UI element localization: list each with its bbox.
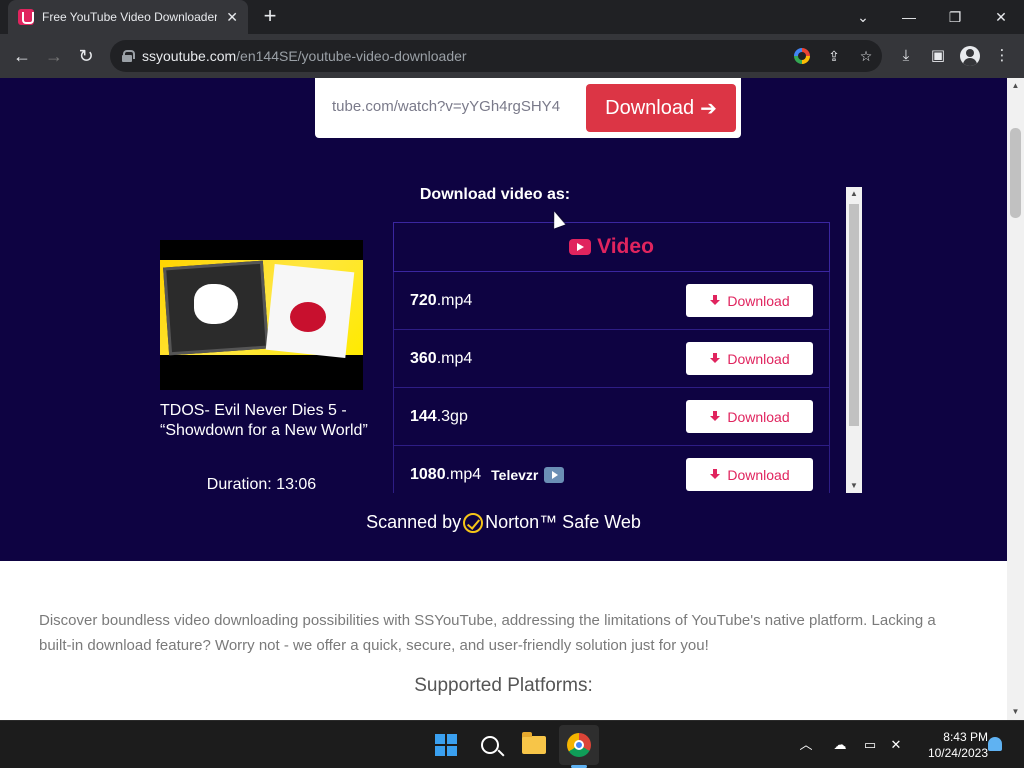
download-submit-label: Download bbox=[605, 96, 695, 119]
page-scroll-up-icon[interactable]: ▲ bbox=[1007, 78, 1024, 94]
arrow-right-icon: ➔ bbox=[700, 97, 717, 120]
address-bar[interactable]: ssyoutube.com/en144SE/youtube-video-down… bbox=[110, 40, 882, 72]
norton-badge: Scanned by Norton™ Safe Web bbox=[0, 512, 1007, 533]
intro-description: Discover boundless video downloading pos… bbox=[39, 612, 936, 654]
volume-muted-icon[interactable]: ✕ bbox=[886, 735, 906, 755]
download-icon bbox=[709, 352, 721, 365]
onedrive-cloud-icon[interactable]: ☁ bbox=[830, 735, 850, 755]
download-as-heading: Download video as: bbox=[419, 186, 571, 203]
page-viewport: tube.com/watch?v=yYGh4rgSHY4 Download ➔ … bbox=[0, 78, 1007, 720]
formats-header: Video bbox=[393, 222, 830, 272]
scroll-down-icon[interactable]: ▼ bbox=[846, 479, 862, 493]
formats-header-label: Video bbox=[597, 235, 654, 258]
format-quality: 144 bbox=[410, 407, 437, 425]
format-quality: 720 bbox=[410, 291, 437, 309]
menu-kebab-icon[interactable]: ⋮ bbox=[990, 44, 1014, 68]
search-icon[interactable] bbox=[474, 729, 506, 761]
page-scroll-down-icon[interactable]: ▼ bbox=[1007, 704, 1024, 720]
notification-bell-icon[interactable] bbox=[988, 737, 1002, 751]
televzr-label: Televzr bbox=[491, 466, 539, 483]
google-lens-icon[interactable] bbox=[792, 46, 812, 66]
chrome-taskbar-icon[interactable] bbox=[559, 725, 599, 765]
download-144-button[interactable]: Download bbox=[686, 400, 813, 433]
download-icon bbox=[709, 294, 721, 307]
url-host: ssyoutube.com bbox=[142, 48, 237, 64]
video-duration: Duration: 13:06 bbox=[206, 476, 317, 493]
format-ext: .mp4 bbox=[436, 349, 473, 367]
video-url-input[interactable]: tube.com/watch?v=yYGh4rgSHY4 bbox=[332, 98, 560, 115]
format-quality: 1080 bbox=[410, 465, 446, 483]
forward-arrow-icon[interactable]: → bbox=[42, 44, 66, 68]
browser-toolbar: ← → ↻ ssyoutube.com/en144SE/youtube-vide… bbox=[0, 34, 1024, 78]
reload-icon[interactable]: ↻ bbox=[74, 44, 98, 68]
norton-check-icon bbox=[463, 512, 484, 533]
download-label: Download bbox=[727, 466, 790, 483]
minimize-button[interactable]: — bbox=[886, 0, 932, 34]
windows-taskbar: ︿ ☁ ▭ ✕ 8:43 PM 10/24/2023 bbox=[0, 720, 1024, 768]
clock-time: 8:43 PM bbox=[943, 730, 988, 744]
page-scroll-thumb[interactable] bbox=[1010, 128, 1021, 218]
supported-platforms-heading: Supported Platforms: bbox=[414, 675, 593, 696]
restore-button[interactable]: ❐ bbox=[932, 0, 978, 34]
format-row-720: 720 .mp4 Download bbox=[393, 272, 830, 330]
start-windows-icon[interactable] bbox=[430, 729, 462, 761]
network-icon[interactable]: ▭ bbox=[860, 735, 880, 755]
close-window-button[interactable]: ✕ bbox=[978, 0, 1024, 34]
scroll-up-icon[interactable]: ▲ bbox=[846, 187, 862, 201]
downloads-icon[interactable]: ⤓ bbox=[894, 44, 918, 68]
new-tab-button[interactable]: + bbox=[258, 4, 282, 28]
norton-prefix: Scanned by bbox=[366, 512, 462, 532]
tab-search-chevron-icon[interactable]: ⌄ bbox=[840, 0, 886, 34]
tab-strip: Free YouTube Video Downloader ✕ + ⌄ — ❐ … bbox=[0, 0, 1024, 34]
video-title: TDOS- Evil Never Dies 5 - “Showdown for … bbox=[160, 402, 368, 439]
download-360-button[interactable]: Download bbox=[686, 342, 813, 375]
profile-avatar-icon[interactable] bbox=[958, 44, 982, 68]
active-tab[interactable]: Free YouTube Video Downloader ✕ bbox=[8, 0, 248, 34]
url-path: /en144SE/youtube-video-downloader bbox=[236, 48, 467, 64]
format-row-1080: 1080 .mp4 Televzr Download bbox=[393, 446, 830, 493]
video-thumbnail bbox=[160, 240, 363, 390]
system-clock[interactable]: 8:43 PM 10/24/2023 bbox=[912, 729, 988, 761]
download-1080-button[interactable]: Download bbox=[686, 458, 813, 491]
formats-scrollbar[interactable]: ▲ ▼ bbox=[846, 187, 862, 493]
download-label: Download bbox=[727, 350, 790, 367]
televzr-play-icon bbox=[544, 466, 565, 483]
back-arrow-icon[interactable]: ← bbox=[10, 44, 34, 68]
format-row-144: 144.3gp Download bbox=[393, 388, 830, 446]
formats-scroll-thumb[interactable] bbox=[849, 204, 859, 426]
site-favicon-icon bbox=[18, 9, 34, 25]
download-icon bbox=[709, 410, 721, 423]
format-row-360: 360 .mp4 Download bbox=[393, 330, 830, 388]
download-720-button[interactable]: Download bbox=[686, 284, 813, 317]
clock-date: 10/24/2023 bbox=[927, 746, 988, 760]
norton-suffix: Norton™ Safe Web bbox=[485, 512, 641, 532]
share-icon[interactable]: ⇪ bbox=[824, 46, 844, 66]
file-explorer-icon[interactable] bbox=[518, 729, 550, 761]
download-submit-button[interactable]: Download ➔ bbox=[586, 84, 736, 132]
formats-table: Video 720 .mp4 Download 360 .mp4 Download … bbox=[393, 222, 830, 493]
side-panel-icon[interactable]: ▣ bbox=[926, 44, 950, 68]
format-ext: .mp4 bbox=[445, 465, 482, 483]
hero-section: tube.com/watch?v=yYGh4rgSHY4 Download ➔ … bbox=[0, 78, 1007, 561]
lock-icon[interactable] bbox=[122, 50, 135, 62]
tray-overflow-chevron-icon[interactable]: ︿ bbox=[796, 735, 816, 755]
url-input-container: tube.com/watch?v=yYGh4rgSHY4 Download ➔ bbox=[315, 78, 741, 138]
format-ext: .mp4 bbox=[436, 291, 473, 309]
televzr-badge[interactable]: Televzr bbox=[491, 466, 565, 483]
tab-title: Free YouTube Video Downloader bbox=[42, 10, 217, 24]
format-quality: 360 bbox=[410, 349, 437, 367]
youtube-play-icon bbox=[569, 239, 592, 255]
tab-close-icon[interactable]: ✕ bbox=[226, 9, 238, 26]
download-label: Download bbox=[727, 408, 790, 425]
download-label: Download bbox=[727, 292, 790, 309]
format-ext: .3gp bbox=[436, 407, 468, 425]
page-scrollbar[interactable]: ▲ ▼ bbox=[1007, 78, 1024, 720]
bookmark-star-icon[interactable]: ☆ bbox=[856, 46, 876, 66]
download-icon bbox=[709, 468, 721, 481]
